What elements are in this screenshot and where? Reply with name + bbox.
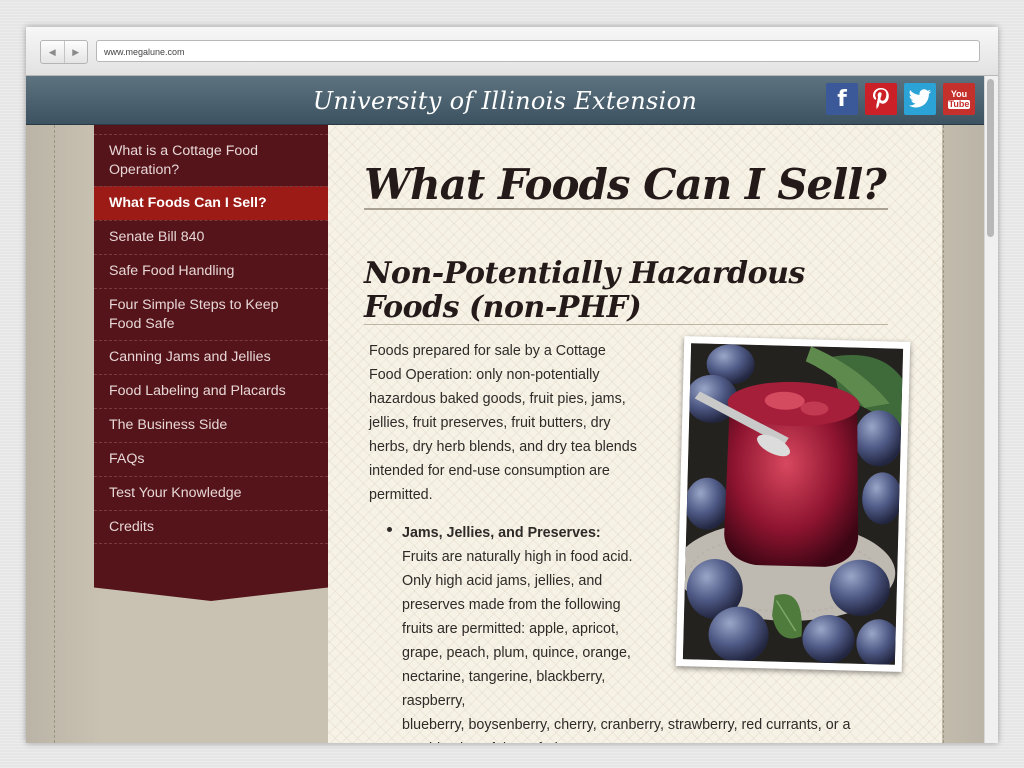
youtube-label-top: You bbox=[950, 88, 968, 99]
forward-arrow-icon[interactable]: ▶ bbox=[63, 41, 88, 63]
sidebar-item-what-foods[interactable]: What Foods Can I Sell? bbox=[94, 186, 328, 220]
scrollbar-thumb[interactable] bbox=[987, 79, 994, 237]
bullet-body-part2: blueberry, boysenberry, cherry, cranberr… bbox=[402, 717, 851, 743]
bullet-narrow-block: Jams, Jellies, and Preserves: Fruits are … bbox=[402, 521, 642, 713]
sidebar-item-labeling[interactable]: Food Labeling and Placards bbox=[94, 374, 328, 408]
page-title: What Foods Can I Sell? bbox=[364, 160, 887, 209]
back-arrow-icon[interactable]: ◀ bbox=[41, 41, 64, 63]
sidebar-item-four-steps[interactable]: Four Simple Steps to Keep Food Safe bbox=[94, 288, 328, 340]
bullet-body-part1: Fruits are naturally high in food acid. … bbox=[402, 549, 633, 709]
jam-illustration bbox=[682, 343, 904, 665]
twitter-bird-glyph bbox=[908, 89, 932, 108]
section-divider bbox=[364, 324, 888, 325]
pinterest-icon[interactable] bbox=[865, 83, 897, 115]
youtube-label-bottom: Tube bbox=[947, 98, 971, 109]
sidebar-item-credits[interactable]: Credits bbox=[94, 510, 328, 544]
browser-window: ◀ ▶ www.megalune.com University of Illin… bbox=[26, 27, 998, 743]
sidebar-item-business[interactable]: The Business Side bbox=[94, 408, 328, 442]
title-divider bbox=[364, 208, 888, 210]
jam-photo-frame bbox=[675, 336, 911, 672]
sidebar-nav: What is a Cottage Food Operation? What F… bbox=[94, 125, 328, 571]
youtube-icon[interactable]: You Tube bbox=[943, 83, 975, 115]
sidebar-item-faqs[interactable]: FAQs bbox=[94, 442, 328, 476]
facebook-icon[interactable]: f bbox=[826, 83, 858, 115]
sidebar-item-canning[interactable]: Canning Jams and Jellies bbox=[94, 340, 328, 374]
sidebar-item-cottage-food[interactable]: What is a Cottage Food Operation? bbox=[94, 134, 328, 186]
pinterest-glyph bbox=[873, 88, 889, 109]
sidebar-item-senate-bill[interactable]: Senate Bill 840 bbox=[94, 220, 328, 254]
nav-buttons: ◀ ▶ bbox=[40, 40, 88, 64]
site-header: University of Illinois Extension f You T… bbox=[26, 76, 984, 125]
page-stitch-right bbox=[943, 125, 944, 743]
sidebar-item-safe-handling[interactable]: Safe Food Handling bbox=[94, 254, 328, 288]
intro-paragraph: Foods prepared for sale by a Cottage Foo… bbox=[369, 343, 637, 503]
bullet-label: Jams, Jellies, and Preserves: bbox=[402, 525, 601, 541]
twitter-icon[interactable] bbox=[904, 83, 936, 115]
jam-jar-photo bbox=[682, 343, 904, 665]
address-bar[interactable]: www.megalune.com bbox=[96, 40, 980, 62]
browser-toolbar: ◀ ▶ www.megalune.com bbox=[26, 27, 998, 76]
page-stitch-left bbox=[54, 125, 55, 743]
section-title: Non-Potentially Hazardous Foods (non-PHF… bbox=[364, 256, 805, 325]
bullet-marker bbox=[387, 527, 392, 532]
sidebar-item-test[interactable]: Test Your Knowledge bbox=[94, 476, 328, 510]
